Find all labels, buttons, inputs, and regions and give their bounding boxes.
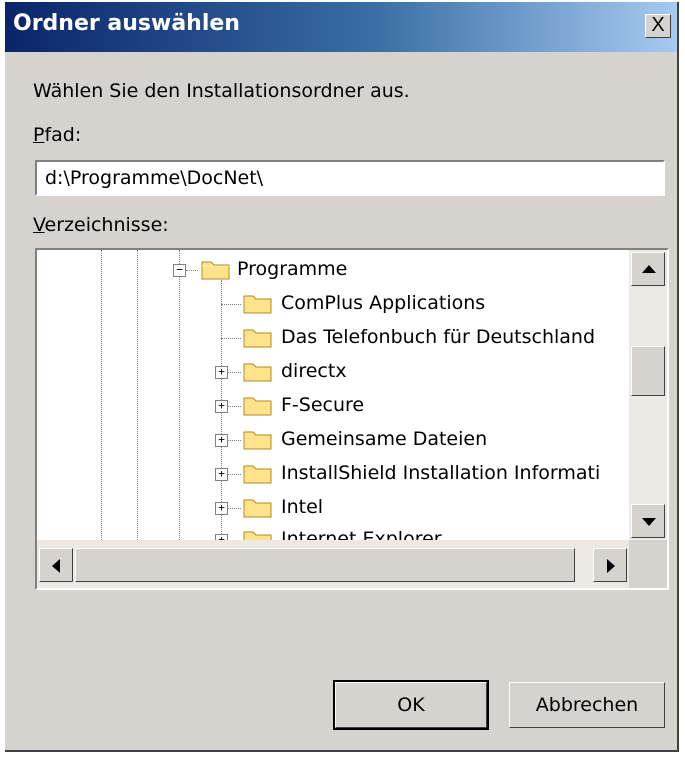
- expand-icon[interactable]: +: [215, 366, 228, 379]
- vertical-scrollbar[interactable]: [629, 250, 667, 540]
- tree-item-intel[interactable]: Intel: [281, 496, 323, 518]
- horizontal-scrollbar[interactable]: [37, 540, 629, 588]
- tree-item-telefonbuch[interactable]: Das Telefonbuch für Deutschland: [281, 326, 595, 348]
- folder-icon: [243, 462, 273, 484]
- scroll-thumb-horizontal[interactable]: [75, 548, 575, 582]
- scroll-down-button[interactable]: [631, 504, 665, 538]
- close-icon: X: [651, 14, 665, 36]
- folder-icon: [243, 292, 273, 314]
- tree-item-gemeinsame-dateien[interactable]: Gemeinsame Dateien: [281, 428, 487, 450]
- arrow-down-icon: [642, 518, 656, 526]
- cancel-button[interactable]: Abbrechen: [509, 682, 665, 728]
- tree-item-installshield[interactable]: InstallShield Installation Informati: [281, 462, 600, 484]
- folder-icon: [243, 496, 273, 518]
- title-bar[interactable]: Ordner auswählen X: [5, 2, 677, 52]
- folder-icon: [201, 258, 231, 280]
- tree-item-f-secure[interactable]: F-Secure: [281, 394, 364, 416]
- folder-select-dialog: Ordner auswählen X Wählen Sie den Instal…: [5, 2, 679, 752]
- scroll-left-button[interactable]: [39, 548, 73, 582]
- ok-button[interactable]: OK: [333, 680, 489, 730]
- instruction-text: Wählen Sie den Installationsordner aus.: [33, 80, 410, 102]
- scroll-up-button[interactable]: [631, 252, 665, 286]
- tree-item-programme[interactable]: Programme: [237, 258, 347, 280]
- expand-icon[interactable]: +: [215, 400, 228, 413]
- directory-tree[interactable]: − Programme ComPlus Applications Das Tel…: [35, 248, 669, 590]
- tree-item-directx[interactable]: directx: [281, 360, 347, 382]
- tree-content: − Programme ComPlus Applications Das Tel…: [37, 250, 629, 540]
- arrow-up-icon: [642, 265, 656, 273]
- collapse-icon[interactable]: −: [173, 264, 186, 277]
- arrow-right-icon: [607, 559, 615, 573]
- expand-icon[interactable]: +: [215, 468, 228, 481]
- tree-guide-line: [179, 250, 180, 540]
- folder-icon: [243, 360, 273, 382]
- folder-icon: [243, 428, 273, 450]
- close-button[interactable]: X: [645, 14, 671, 38]
- path-label: Pfad:: [33, 124, 82, 146]
- path-input[interactable]: [35, 160, 665, 196]
- tree-guide-line: [101, 250, 102, 540]
- arrow-left-icon: [52, 559, 60, 573]
- scroll-right-button[interactable]: [593, 548, 627, 582]
- directories-label: Verzeichnisse:: [33, 214, 169, 236]
- dialog-title: Ordner auswählen: [13, 11, 240, 36]
- scroll-thumb[interactable]: [631, 346, 665, 396]
- folder-icon: [243, 326, 273, 348]
- expand-icon[interactable]: +: [215, 502, 228, 515]
- expand-icon[interactable]: +: [215, 434, 228, 447]
- tree-item-internet-explorer[interactable]: Internet Explorer: [281, 528, 442, 540]
- tree-guide-line: [137, 250, 138, 540]
- scrollbar-corner: [629, 540, 667, 588]
- tree-item-complus-applications[interactable]: ComPlus Applications: [281, 292, 485, 314]
- folder-icon: [243, 394, 273, 416]
- folder-icon: [243, 528, 273, 540]
